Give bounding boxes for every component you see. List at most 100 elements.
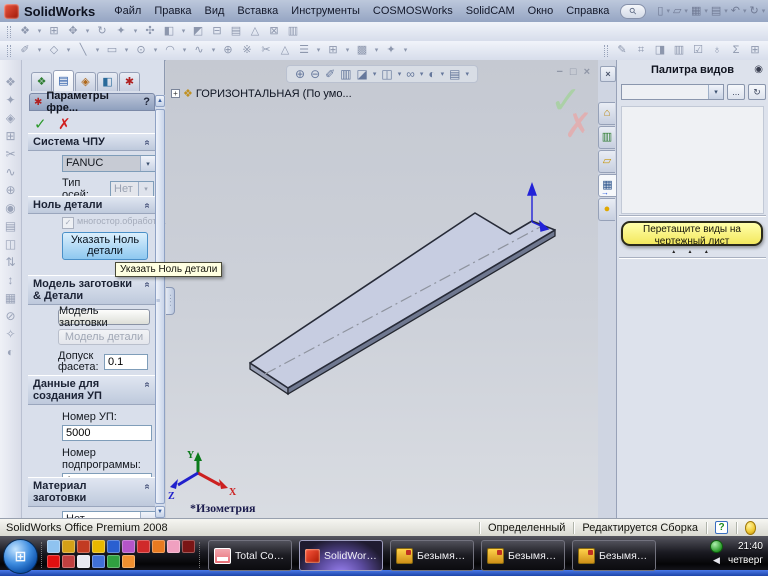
dropdown-arrow-icon[interactable]: ▾	[210, 47, 217, 54]
group-header[interactable]: Материал заготовки «	[28, 477, 155, 507]
dropdown-arrow-icon[interactable]: ▾	[180, 28, 187, 35]
pattern-entities-icon[interactable]: ▩	[354, 45, 370, 56]
note-icon[interactable]: ◨	[652, 45, 668, 56]
balloon-icon[interactable]: ♁	[709, 45, 725, 56]
smart-dimension-icon[interactable]: ◇	[46, 45, 62, 56]
menu-edit[interactable]: Правка	[148, 3, 197, 19]
section-view-icon[interactable]: ◪	[357, 68, 368, 80]
tab-featuremanager[interactable]: ❖	[31, 72, 52, 91]
document-minimize-button[interactable]: −	[556, 67, 562, 78]
bom-icon[interactable]: ▤	[228, 26, 244, 37]
cam-calc-icon[interactable]: ⇅	[5, 256, 15, 268]
display-relations-icon[interactable]: ✦	[383, 45, 399, 56]
dropdown-arrow-icon[interactable]: ▾	[181, 47, 188, 54]
cam-gcode-icon[interactable]: ▦	[5, 292, 16, 304]
quick-launch-icon[interactable]	[62, 540, 75, 553]
cam-operations-icon[interactable]: ▤	[5, 220, 16, 232]
cam-stock-icon[interactable]: ◈	[6, 112, 15, 124]
dropdown-arrow-icon[interactable]: ▾	[373, 47, 380, 54]
table-icon[interactable]: ▥	[671, 45, 687, 56]
cancel-button[interactable]: ✗	[58, 115, 71, 133]
display-style-icon[interactable]: ∞	[406, 68, 415, 80]
dropdown-arrow-icon[interactable]: ▾	[36, 47, 43, 54]
quick-launch-icon[interactable]	[92, 555, 105, 568]
block-icon[interactable]: ⊞	[747, 45, 763, 56]
document-close-button[interactable]: ×	[584, 67, 590, 78]
quick-launch-icon[interactable]	[152, 540, 165, 553]
cam-profile-icon[interactable]: ∿	[5, 166, 15, 178]
previous-view-icon[interactable]: ▥	[340, 68, 351, 80]
menu-solidcam[interactable]: SolidCAM	[460, 3, 521, 19]
view-palette-list[interactable]	[621, 106, 764, 214]
taskbar-task-untitled-2[interactable]: Безымянный...	[481, 540, 565, 571]
cnc-controller-combo[interactable]: FANUC ▾	[62, 155, 156, 172]
panel-splitter-handle[interactable]: ····	[166, 287, 175, 315]
cam-post-icon[interactable]: ✧	[5, 328, 15, 340]
taskbar-task-untitled-3[interactable]: Безымянный...	[572, 540, 656, 571]
exploded-view-icon[interactable]: ✣	[142, 26, 158, 37]
circle-tool-icon[interactable]: ⊙	[133, 45, 149, 56]
cam-target-icon[interactable]: ⊞	[5, 130, 15, 142]
menu-cosmosworks[interactable]: COSMOSWorks	[367, 3, 459, 19]
quick-launch-icon[interactable]	[77, 540, 90, 553]
refresh-button[interactable]: ↻	[748, 84, 766, 100]
ok-button[interactable]: ✓	[34, 115, 47, 133]
dropdown-arrow-icon[interactable]: ▾	[465, 71, 469, 78]
cam-drill-icon[interactable]: ⊕	[5, 184, 15, 196]
trim-tool-icon[interactable]: ✂	[258, 45, 274, 56]
quick-launch-icon[interactable]	[167, 540, 180, 553]
dropdown-arrow-icon[interactable]: ▾	[123, 47, 130, 54]
arc-tool-icon[interactable]: ◠	[162, 45, 178, 56]
point-tool-icon[interactable]: ⊕	[220, 45, 236, 56]
dropdown-arrow-icon[interactable]: ▾	[666, 8, 670, 15]
dropdown-arrow-icon[interactable]: ▾	[420, 71, 424, 78]
confirmation-cancel-overlay[interactable]: ✗	[564, 106, 593, 146]
quick-launch-icon[interactable]	[107, 555, 120, 568]
grid-icon[interactable]: ⌗	[633, 45, 649, 56]
line-tool-icon[interactable]: ╲	[75, 45, 91, 56]
toolbar-grip[interactable]	[604, 44, 608, 57]
panel-scrollbar[interactable]: ▲ ≡ ▼	[155, 95, 165, 518]
undo-icon[interactable]: ↶	[731, 5, 740, 17]
group-header[interactable]: Модель заготовки & Детали «	[28, 275, 155, 305]
menu-help[interactable]: Справка	[560, 3, 615, 19]
taskpane-resources-tab[interactable]: ▥	[598, 126, 615, 149]
dropdown-arrow-icon[interactable]: ▾	[152, 47, 159, 54]
taskpane-view-palette-tab[interactable]: ▦	[598, 174, 616, 197]
part-3d-model[interactable]	[166, 60, 598, 518]
view-orientation-icon[interactable]: ◫	[381, 68, 392, 80]
menu-insert[interactable]: Вставка	[231, 3, 284, 19]
smart-fasteners-icon[interactable]: ✦	[113, 26, 129, 37]
taskbar-clock[interactable]: 21:40 четверг	[728, 540, 766, 568]
taskbar-task-total-commander[interactable]: Total Comma...	[208, 540, 292, 571]
dropdown-arrow-icon[interactable]: ▾	[315, 47, 322, 54]
quick-launch-icon[interactable]	[122, 540, 135, 553]
document-restore-button[interactable]: □	[570, 67, 577, 78]
stock-model-button[interactable]: Модель заготовки	[58, 305, 150, 329]
document-selector-combo[interactable]: ▾	[621, 84, 724, 100]
new-document-icon[interactable]: ▯	[657, 5, 663, 17]
quick-launch-icon[interactable]	[122, 555, 135, 568]
chevron-down-icon[interactable]: ▾	[140, 156, 155, 171]
start-button[interactable]: ⊞	[3, 539, 38, 574]
graphics-viewport[interactable]: ⊕ ⊖ ✐ ▥ ◪ ▾ ◫ ▾ ∞ ▾ ◐ ▾ ▤ ▾ − □ × + ❖ ГОРИЗОНТАЛЬНАЯ …	[166, 60, 598, 518]
tree-expander[interactable]: +	[171, 89, 180, 98]
tab-cam-manager[interactable]: ✱	[119, 72, 140, 91]
taskpane-home-tab[interactable]: ⌂	[598, 102, 615, 125]
dropdown-arrow-icon[interactable]: ▾	[36, 28, 43, 35]
dropdown-arrow-icon[interactable]: ▾	[441, 71, 445, 78]
feature-tree-item[interactable]: + ❖ ГОРИЗОНТАЛЬНАЯ (По умо...	[171, 87, 352, 100]
quick-launch-icon[interactable]	[47, 555, 60, 568]
group-header[interactable]: Система ЧПУ «	[28, 133, 155, 151]
quick-launch-icon[interactable]	[77, 555, 90, 568]
dropdown-arrow-icon[interactable]: ▾	[94, 47, 101, 54]
check-icon[interactable]: ☑	[690, 45, 706, 56]
scroll-up-button[interactable]: ▲	[155, 95, 165, 107]
toolbar-grip[interactable]	[7, 44, 11, 57]
dropdown-arrow-icon[interactable]: ▾	[398, 71, 402, 78]
hide-show-icon[interactable]: ◐	[428, 68, 435, 80]
tab-dimxpertmanager[interactable]: ◧	[97, 72, 118, 91]
dropdown-arrow-icon[interactable]: ▾	[344, 47, 351, 54]
rectangle-tool-icon[interactable]: ▭	[104, 45, 120, 56]
quick-launch-icon[interactable]	[47, 540, 60, 553]
